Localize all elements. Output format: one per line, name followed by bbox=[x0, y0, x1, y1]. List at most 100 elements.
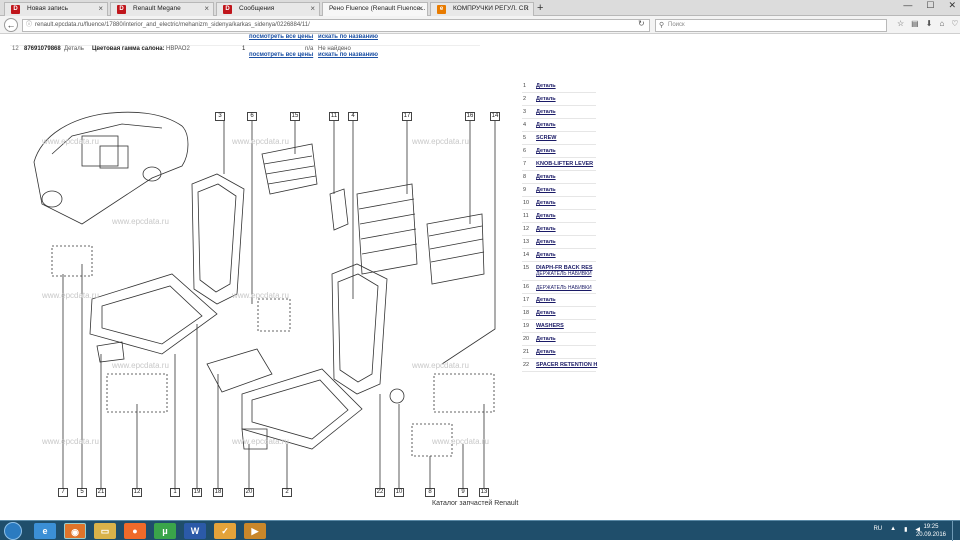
callout-label[interactable]: 8 bbox=[425, 488, 435, 497]
part-number: 11 bbox=[523, 213, 529, 219]
check-app-icon[interactable]: ✓ bbox=[214, 523, 236, 539]
part-link[interactable]: ДЕРЖАТЕЛЬ НАБИВКИ bbox=[536, 285, 592, 291]
site-info-icon[interactable]: ⓘ bbox=[26, 20, 32, 31]
part-link[interactable]: Деталь bbox=[536, 174, 556, 180]
part-number: 15 bbox=[523, 265, 530, 271]
list-item: 20 Деталь bbox=[522, 333, 596, 346]
callout-label[interactable]: 13 bbox=[479, 488, 489, 497]
part-link[interactable]: Деталь bbox=[536, 109, 556, 115]
media-player-icon[interactable]: ▶ bbox=[244, 523, 266, 539]
callout-label[interactable]: 2 bbox=[282, 488, 292, 497]
callout-label[interactable]: 22 bbox=[375, 488, 385, 497]
part-link[interactable]: WASHERS bbox=[536, 323, 564, 329]
maximize-icon[interactable]: ☐ bbox=[926, 0, 934, 14]
callout-label[interactable]: 18 bbox=[213, 488, 223, 497]
firefox-icon[interactable]: ◉ bbox=[64, 523, 86, 539]
close-tab-icon[interactable]: × bbox=[524, 4, 529, 13]
tab-seat-handles[interactable]: e КОМПРУЧКИ РЕГУЛ. СП × bbox=[430, 2, 534, 16]
network-icon[interactable]: ▮ bbox=[904, 526, 907, 533]
part-link[interactable]: Деталь bbox=[536, 226, 556, 232]
close-tab-icon[interactable]: × bbox=[204, 4, 209, 13]
list-item: 17 Деталь bbox=[522, 294, 596, 307]
callout-label[interactable]: 5 bbox=[77, 488, 87, 497]
pocket-icon[interactable]: ♡ bbox=[951, 19, 958, 28]
part-link[interactable]: Деталь bbox=[536, 310, 556, 316]
new-tab-icon[interactable]: + bbox=[537, 2, 543, 14]
part-number: 7 bbox=[523, 161, 527, 167]
close-tab-icon[interactable]: × bbox=[310, 4, 315, 13]
callout-label[interactable]: 12 bbox=[132, 488, 142, 497]
tab-renault-fluence[interactable]: Рено Fluence (Renault Fluence... × bbox=[322, 2, 428, 16]
clock-time: 19:25 bbox=[923, 524, 939, 530]
callout-label[interactable]: 16 bbox=[465, 112, 475, 121]
callout-label[interactable]: 9 bbox=[458, 488, 468, 497]
part-number: 22 bbox=[523, 362, 530, 368]
show-desktop-button[interactable] bbox=[952, 521, 960, 541]
part-link[interactable]: Деталь bbox=[536, 336, 556, 342]
part-link[interactable]: SPACER RETENTION H bbox=[536, 362, 597, 368]
language-indicator[interactable]: RU bbox=[873, 526, 882, 533]
callout-label[interactable]: 14 bbox=[490, 112, 500, 121]
home-icon[interactable]: ⌂ bbox=[939, 19, 944, 28]
callout-label[interactable]: 15 bbox=[290, 112, 300, 121]
callout-label[interactable]: 19 bbox=[192, 488, 202, 497]
part-link[interactable]: Деталь bbox=[536, 349, 556, 355]
reload-icon[interactable]: ↻ bbox=[638, 19, 645, 28]
part-link[interactable]: Деталь bbox=[536, 83, 556, 89]
start-button-icon[interactable] bbox=[4, 522, 22, 540]
callout-label[interactable]: 4 bbox=[348, 112, 358, 121]
part-link[interactable]: Деталь bbox=[536, 297, 556, 303]
app-orange-icon[interactable]: ● bbox=[124, 523, 146, 539]
close-tab-icon[interactable]: × bbox=[98, 4, 103, 13]
tab-new-record[interactable]: D Новая запись × bbox=[4, 2, 108, 16]
search-by-name-link[interactable]: искать по названию bbox=[318, 34, 378, 40]
download-icon[interactable]: ⬇ bbox=[926, 19, 933, 28]
internet-explorer-icon[interactable]: e bbox=[34, 523, 56, 539]
all-prices-link[interactable]: посмотреть все цены bbox=[249, 34, 313, 40]
part-link[interactable]: Деталь bbox=[536, 148, 556, 154]
list-item: 5 SCREW bbox=[522, 132, 596, 145]
part-link[interactable]: Деталь bbox=[536, 187, 556, 193]
explorer-folder-icon[interactable]: ▭ bbox=[94, 523, 116, 539]
part-number: 6 bbox=[523, 148, 527, 154]
search-by-name-link[interactable]: искать по названию bbox=[318, 52, 378, 58]
word-icon[interactable]: W bbox=[184, 523, 206, 539]
part-number: 3 bbox=[523, 109, 527, 115]
all-prices-link[interactable]: посмотреть все цены bbox=[249, 52, 313, 58]
callout-label[interactable]: 7 bbox=[58, 488, 68, 497]
callout-label[interactable]: 3 bbox=[215, 112, 225, 121]
back-arrow-icon[interactable]: ← bbox=[4, 18, 18, 32]
part-link[interactable]: Деталь bbox=[536, 252, 556, 258]
reading-list-icon[interactable]: ▤ bbox=[911, 19, 919, 28]
tab-messages[interactable]: D Сообщения × bbox=[216, 2, 320, 16]
close-tab-icon[interactable]: × bbox=[418, 4, 423, 13]
utorrent-icon[interactable]: μ bbox=[154, 523, 176, 539]
part-link[interactable]: KNOB-LIFTER LEVER bbox=[536, 161, 593, 167]
part-sublink[interactable]: ДЕРЖАТЕЛЬ НАБИВКИ bbox=[536, 271, 592, 277]
clock[interactable]: 19:25 20.09.2016 bbox=[916, 523, 946, 539]
tab-renault-megane[interactable]: D Renault Megane × bbox=[110, 2, 214, 16]
callout-label[interactable]: 11 bbox=[329, 112, 339, 121]
part-link[interactable]: Деталь bbox=[536, 122, 556, 128]
close-window-icon[interactable]: ✕ bbox=[948, 0, 956, 14]
callout-label[interactable]: 20 bbox=[244, 488, 254, 497]
search-placeholder: Поиск bbox=[668, 22, 685, 28]
part-link[interactable]: Деталь bbox=[536, 213, 556, 219]
part-number: 12 bbox=[523, 226, 530, 232]
callout-label[interactable]: 21 bbox=[96, 488, 106, 497]
bookmark-star-icon[interactable]: ☆ bbox=[897, 19, 904, 28]
callout-label[interactable]: 1 bbox=[170, 488, 180, 497]
watermark: www.epcdata.ru bbox=[111, 217, 169, 226]
part-link[interactable]: Деталь bbox=[536, 96, 556, 102]
callout-label[interactable]: 17 bbox=[402, 112, 412, 121]
callout-label[interactable]: 10 bbox=[394, 488, 404, 497]
callout-label[interactable]: 6 bbox=[247, 112, 257, 121]
part-link[interactable]: Деталь bbox=[536, 239, 556, 245]
part-link[interactable]: SCREW bbox=[536, 135, 556, 141]
tray-arrow-icon[interactable]: ▲ bbox=[890, 526, 896, 533]
search-input[interactable]: ⚲ Поиск bbox=[655, 19, 887, 32]
minimize-icon[interactable]: — bbox=[903, 0, 912, 14]
part-link[interactable]: Деталь bbox=[536, 200, 556, 206]
system-tray: RU ▲ ▮ ◀ bbox=[873, 526, 920, 533]
address-bar[interactable]: ⓘ renault.epcdata.ru/fluence/17880/inter… bbox=[22, 19, 650, 32]
